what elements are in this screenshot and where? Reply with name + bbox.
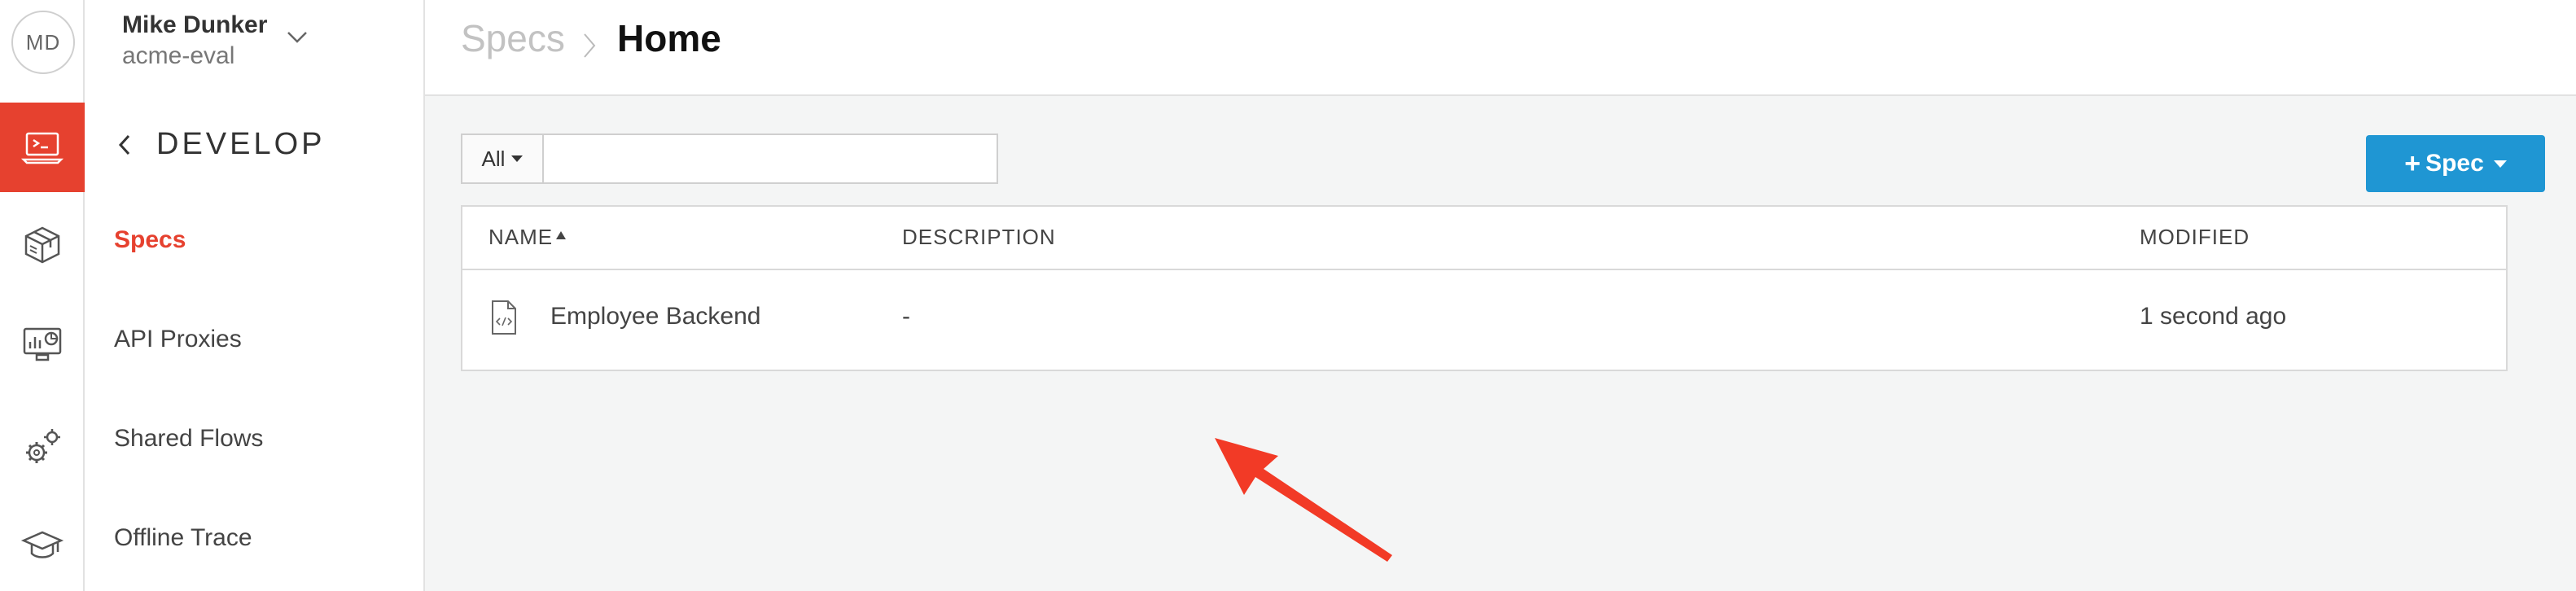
search-input[interactable] bbox=[544, 135, 997, 182]
caret-down-icon bbox=[511, 155, 524, 162]
rail-item-develop[interactable] bbox=[0, 103, 85, 192]
table-row[interactable]: Employee Backend - 1 second ago bbox=[462, 270, 2506, 370]
main-content: All + Spec NAME DESCRIPTION MODIFIED Emp… bbox=[425, 96, 2576, 591]
icon-rail: MD bbox=[0, 0, 85, 591]
spec-modified: 1 second ago bbox=[2140, 303, 2287, 330]
code-file-icon bbox=[492, 300, 516, 335]
nav-item-offline-trace[interactable]: Offline Trace bbox=[114, 524, 252, 552]
breadcrumb: Specs Home bbox=[425, 0, 2576, 96]
nav-item-specs[interactable]: Specs bbox=[114, 226, 186, 254]
breadcrumb-parent[interactable]: Specs bbox=[461, 16, 565, 60]
graduation-cap-icon bbox=[20, 531, 64, 558]
rail-item-admin[interactable] bbox=[0, 402, 85, 492]
caret-down-icon bbox=[2493, 160, 2507, 168]
chevron-right-icon bbox=[584, 33, 596, 58]
annotation-arrow-icon bbox=[1215, 438, 1392, 562]
column-header-description[interactable]: DESCRIPTION bbox=[902, 225, 1056, 250]
plus-icon: + bbox=[2404, 147, 2421, 179]
rail-item-publish[interactable] bbox=[0, 200, 85, 290]
nav-section-title: DEVELOP bbox=[156, 127, 326, 161]
spec-name-link[interactable]: Employee Backend bbox=[550, 303, 761, 331]
monitor-analytics-icon bbox=[23, 327, 62, 361]
terminal-laptop-icon bbox=[20, 132, 64, 164]
rail-item-learn[interactable] bbox=[0, 500, 85, 589]
user-name[interactable]: Mike Dunker bbox=[122, 11, 267, 39]
filter-bar: All bbox=[461, 134, 998, 184]
page-title: Home bbox=[617, 17, 721, 59]
filter-type-dropdown[interactable]: All bbox=[462, 135, 544, 182]
spec-description: - bbox=[902, 303, 910, 330]
chevron-down-icon[interactable] bbox=[285, 29, 309, 46]
rail-item-analyze[interactable] bbox=[0, 300, 85, 389]
sort-ascending-icon bbox=[556, 231, 567, 240]
filter-type-value: All bbox=[481, 146, 506, 171]
nav-item-shared-flows[interactable]: Shared Flows bbox=[114, 425, 263, 453]
gears-icon bbox=[26, 429, 60, 463]
column-name-label: NAME bbox=[488, 225, 554, 249]
add-spec-button[interactable]: + Spec bbox=[2366, 135, 2545, 192]
column-header-name[interactable]: NAME bbox=[488, 225, 567, 250]
nav-item-api-proxies[interactable]: API Proxies bbox=[114, 326, 242, 353]
column-header-modified[interactable]: MODIFIED bbox=[2140, 225, 2250, 250]
package-box-icon bbox=[24, 226, 60, 264]
side-nav: Mike Dunker acme-eval DEVELOP Specs API … bbox=[85, 0, 425, 591]
specs-table: NAME DESCRIPTION MODIFIED Employee Backe… bbox=[461, 205, 2508, 371]
avatar[interactable]: MD bbox=[11, 11, 75, 74]
org-name[interactable]: acme-eval bbox=[122, 42, 234, 70]
nav-section-header[interactable]: DEVELOP bbox=[114, 127, 326, 162]
add-spec-label: Spec bbox=[2425, 150, 2484, 177]
chevron-left-icon[interactable] bbox=[114, 133, 135, 157]
table-header: NAME DESCRIPTION MODIFIED bbox=[462, 207, 2506, 270]
